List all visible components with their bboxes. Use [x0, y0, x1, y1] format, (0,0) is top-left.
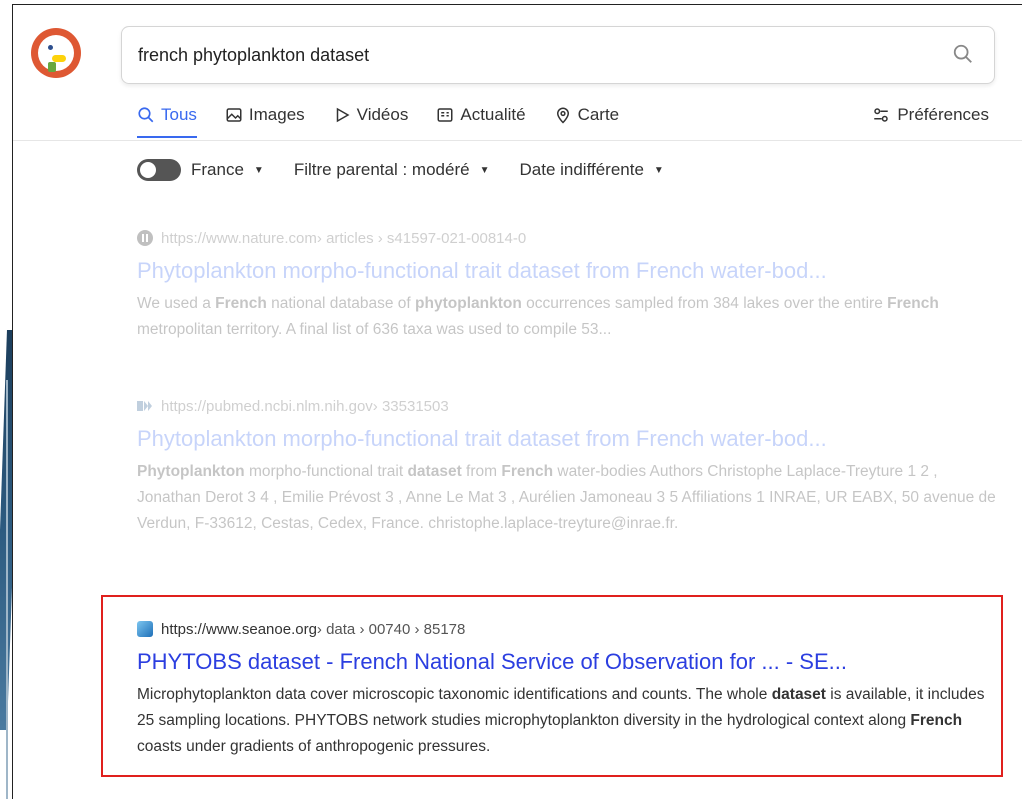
tab-label: Actualité — [460, 105, 526, 124]
tab-map[interactable]: Carte — [554, 101, 620, 129]
newspaper-icon — [437, 108, 453, 122]
snippet-keyword: phytoplankton — [415, 295, 522, 312]
snippet-text: metropolitan territory. A final list of … — [137, 321, 612, 338]
duck-face-icon — [38, 35, 74, 72]
result-path: › 33531503 — [372, 397, 449, 415]
tab-images[interactable]: Images — [225, 101, 305, 129]
snippet-text: morpho-functional trait — [244, 463, 408, 480]
pubmed-favicon-icon — [137, 401, 152, 411]
tab-videos[interactable]: Vidéos — [333, 101, 409, 129]
safe-search-filter[interactable]: Filtre parental : modéré ▼ — [294, 160, 490, 180]
snippet-text: from — [461, 463, 502, 480]
header-divider — [13, 140, 1022, 141]
preferences-label: Préférences — [897, 105, 989, 124]
search-tabs: Tous Images Vidéos Actualité Carte — [137, 101, 647, 138]
result-path: › articles › s41597-021-00814-0 — [316, 229, 527, 247]
result-domain: https://pubmed.ncbi.nlm.nih.gov — [161, 397, 373, 415]
search-bar — [121, 26, 995, 84]
duck-beak — [52, 55, 66, 62]
region-filter[interactable]: France ▼ — [191, 160, 264, 180]
snippet-text: occurrences sampled from 384 lakes over … — [521, 295, 888, 312]
result-domain: https://www.nature.com — [161, 229, 317, 247]
tab-label: Tous — [161, 105, 197, 124]
region-filter-label: France — [191, 160, 244, 179]
snippet-text: We used a — [137, 295, 216, 312]
tab-label: Vidéos — [356, 105, 409, 124]
search-icon[interactable] — [952, 43, 974, 65]
snippet-keyword: French — [501, 463, 554, 480]
search-input[interactable] — [138, 44, 918, 66]
map-pin-icon — [556, 107, 569, 124]
snippet-keyword: French — [887, 295, 939, 312]
result-url-row[interactable]: https://www.nature.com › articles › s415… — [137, 227, 997, 249]
filter-bar: France ▼ Filtre parental : modéré ▼ Date… — [137, 159, 694, 181]
nature-favicon-icon — [137, 230, 153, 246]
search-result: https://pubmed.ncbi.nlm.nih.gov › 335315… — [137, 395, 997, 537]
sliders-icon — [874, 108, 889, 122]
result-url-row[interactable]: https://pubmed.ncbi.nlm.nih.gov › 335315… — [137, 395, 997, 417]
decorative-line — [6, 380, 8, 799]
tab-label: Carte — [577, 105, 620, 124]
search-icon — [138, 107, 154, 123]
date-filter[interactable]: Date indifférente ▼ — [519, 160, 663, 180]
safe-search-label: Filtre parental : modéré — [293, 160, 470, 179]
duck-eye — [48, 45, 53, 50]
snippet-keyword: dataset — [407, 463, 462, 480]
caret-down-icon: ▼ — [653, 164, 664, 176]
tab-news[interactable]: Actualité — [436, 101, 526, 129]
image-icon — [226, 108, 242, 122]
highlight-annotation-box — [101, 595, 1003, 777]
caret-down-icon: ▼ — [253, 164, 264, 176]
tab-label: Images — [248, 105, 305, 124]
tab-all[interactable]: Tous — [137, 101, 197, 138]
result-title-link[interactable]: Phytoplankton morpho-functional trait da… — [137, 423, 997, 455]
region-toggle[interactable] — [137, 159, 181, 181]
date-filter-label: Date indifférente — [519, 160, 644, 179]
result-title-link[interactable]: Phytoplankton morpho-functional trait da… — [137, 255, 997, 287]
duckduckgo-logo[interactable] — [31, 28, 81, 78]
browser-page: Tous Images Vidéos Actualité Carte Préfé… — [12, 4, 1022, 799]
snippet-keyword: French — [215, 295, 267, 312]
snippet-keyword: Phytoplankton — [137, 463, 245, 480]
caret-down-icon: ▼ — [479, 164, 490, 176]
search-result: https://www.nature.com › articles › s415… — [137, 227, 997, 343]
play-icon — [336, 107, 350, 123]
snippet-text: national database of — [266, 295, 416, 312]
result-snippet: Phytoplankton morpho-functional trait da… — [137, 459, 997, 537]
preferences-button[interactable]: Préférences — [871, 101, 989, 129]
left-decorative-strip — [0, 0, 12, 799]
result-snippet: We used a French national database of ph… — [137, 291, 997, 343]
toggle-knob — [140, 162, 156, 178]
duck-tie — [48, 62, 56, 72]
